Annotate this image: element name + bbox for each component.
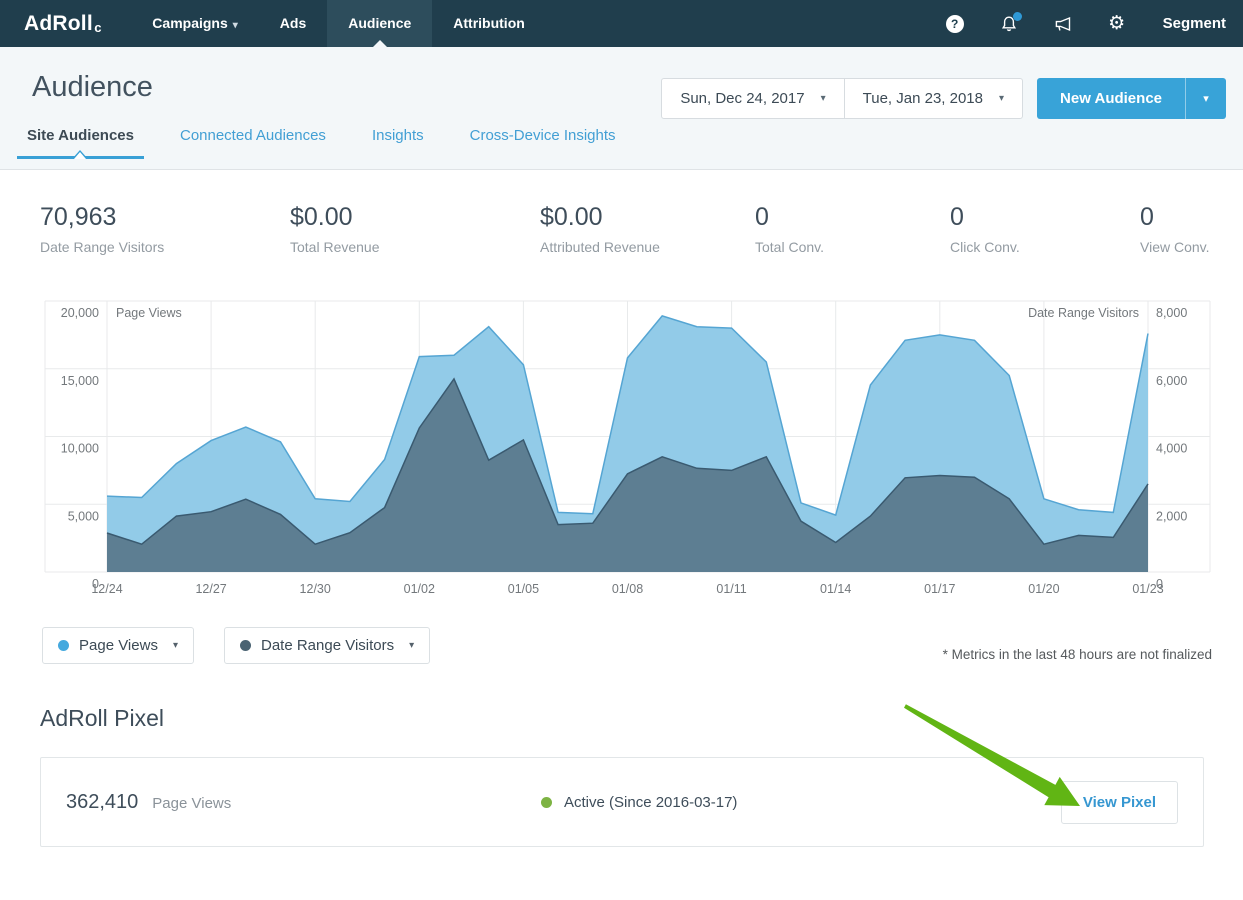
nav-items: Campaigns▾ Ads Audience Attribution — [131, 0, 546, 47]
svg-text:15,000: 15,000 — [61, 374, 99, 388]
view-pixel-button[interactable]: View Pixel — [1061, 781, 1178, 824]
svg-text:4,000: 4,000 — [1156, 442, 1187, 456]
svg-text:01/23: 01/23 — [1132, 582, 1163, 596]
audience-tabs: Site Audiences Connected Audiences Insig… — [0, 127, 1243, 157]
header-controls: Sun, Dec 24, 2017 ▾ Tue, Jan 23, 2018 ▾ … — [661, 78, 1226, 119]
legend-visitors-dropdown[interactable]: Date Range Visitors ▾ — [224, 627, 430, 664]
svg-text:01/11: 01/11 — [716, 582, 746, 596]
pixel-pageviews-value: 362,410 — [66, 791, 138, 814]
date-range-start[interactable]: Sun, Dec 24, 2017 ▾ — [661, 78, 844, 119]
notifications-bell-icon[interactable] — [999, 14, 1019, 34]
stat-total-revenue: $0.00 Total Revenue — [290, 203, 540, 255]
tab-connected-audiences[interactable]: Connected Audiences — [170, 127, 336, 157]
pixel-section-heading: AdRoll Pixel — [40, 705, 1243, 732]
chevron-down-icon: ▾ — [173, 640, 178, 651]
svg-text:01/14: 01/14 — [820, 582, 851, 596]
svg-text:01/17: 01/17 — [924, 582, 955, 596]
new-audience-button[interactable]: New Audience — [1037, 78, 1185, 119]
svg-text:01/02: 01/02 — [404, 582, 435, 596]
nav-item-ads[interactable]: Ads — [259, 0, 327, 47]
stat-view-conv: 0 View Conv. — [1140, 203, 1212, 255]
pixel-status-dot — [541, 797, 552, 808]
chevron-down-icon: ▾ — [233, 20, 238, 31]
adroll-logo-text: AdRoll — [24, 12, 93, 36]
svg-text:12/24: 12/24 — [91, 582, 122, 596]
active-nav-notch — [373, 40, 387, 47]
tab-site-audiences[interactable]: Site Audiences — [17, 127, 144, 157]
svg-text:8,000: 8,000 — [1156, 306, 1187, 320]
svg-text:12/30: 12/30 — [300, 582, 331, 596]
svg-text:12/27: 12/27 — [195, 582, 226, 596]
stat-date-range-visitors: 70,963 Date Range Visitors — [40, 203, 290, 255]
tab-cross-device-insights[interactable]: Cross-Device Insights — [460, 127, 626, 157]
top-nav: AdRollɔ Campaigns▾ Ads Audience Attribut… — [0, 0, 1243, 47]
announcements-megaphone-icon[interactable] — [1053, 14, 1073, 34]
chevron-down-icon: ▾ — [999, 93, 1004, 104]
account-name[interactable]: Segment — [1163, 15, 1226, 32]
new-audience-split-button: New Audience ▾ — [1037, 78, 1226, 119]
nav-item-campaigns[interactable]: Campaigns▾ — [131, 0, 259, 47]
audience-chart: 20,000 8,000 15,000 6,000 10,000 4,000 5,000 2,… — [0, 293, 1243, 598]
pageviews-series-dot — [58, 640, 69, 651]
nav-right-icons: ? ⚙ Segment — [911, 0, 1243, 47]
nav-item-attribution[interactable]: Attribution — [432, 0, 546, 47]
new-audience-dropdown-button[interactable]: ▾ — [1185, 78, 1226, 119]
chart-section: 20,000 8,000 15,000 6,000 10,000 4,000 5,000 2,… — [0, 293, 1243, 603]
chevron-down-icon: ▾ — [409, 640, 414, 651]
settings-gear-icon[interactable]: ⚙ — [1107, 14, 1127, 34]
metrics-footnote: * Metrics in the last 48 hours are not f… — [943, 647, 1212, 664]
tab-insights[interactable]: Insights — [362, 127, 434, 157]
svg-text:5,000: 5,000 — [68, 509, 99, 523]
stat-attributed-revenue: $0.00 Attributed Revenue — [540, 203, 755, 255]
pixel-card: 362,410 Page Views Active (Since 2016-03… — [40, 757, 1204, 847]
svg-text:20,000: 20,000 — [61, 306, 99, 320]
stat-click-conv: 0 Click Conv. — [950, 203, 1140, 255]
adroll-logo-curl-icon: ɔ — [94, 20, 101, 35]
svg-text:2,000: 2,000 — [1156, 509, 1187, 523]
svg-text:01/08: 01/08 — [612, 582, 643, 596]
pixel-status: Active (Since 2016-03-17) — [541, 794, 737, 811]
date-range-picker: Sun, Dec 24, 2017 ▾ Tue, Jan 23, 2018 ▾ — [661, 78, 1023, 119]
stat-total-conv: 0 Total Conv. — [755, 203, 950, 255]
chart-legend-row: Page Views ▾ Date Range Visitors ▾ * Met… — [0, 603, 1243, 664]
svg-text:6,000: 6,000 — [1156, 374, 1187, 388]
visitors-series-dot — [240, 640, 251, 651]
help-icon[interactable]: ? — [945, 14, 965, 34]
page-header: Audience Sun, Dec 24, 2017 ▾ Tue, Jan 23… — [0, 47, 1243, 170]
date-range-end[interactable]: Tue, Jan 23, 2018 ▾ — [844, 78, 1023, 119]
stats-row: 70,963 Date Range Visitors $0.00 Total R… — [0, 170, 1243, 255]
nav-item-audience[interactable]: Audience — [327, 0, 432, 47]
pixel-pageviews-label: Page Views — [152, 795, 231, 812]
svg-text:01/20: 01/20 — [1028, 582, 1059, 596]
svg-text:Page Views: Page Views — [116, 306, 182, 320]
chevron-down-icon: ▾ — [821, 93, 826, 104]
svg-text:Date Range Visitors: Date Range Visitors — [1028, 306, 1139, 320]
pixel-status-text: Active (Since 2016-03-17) — [564, 794, 737, 811]
legend-pageviews-dropdown[interactable]: Page Views ▾ — [42, 627, 194, 664]
svg-text:10,000: 10,000 — [61, 442, 99, 456]
svg-text:01/05: 01/05 — [508, 582, 539, 596]
notification-badge — [1013, 12, 1022, 21]
audience-page: AdRollɔ Campaigns▾ Ads Audience Attribut… — [0, 0, 1243, 847]
adroll-logo[interactable]: AdRollɔ — [0, 0, 131, 47]
